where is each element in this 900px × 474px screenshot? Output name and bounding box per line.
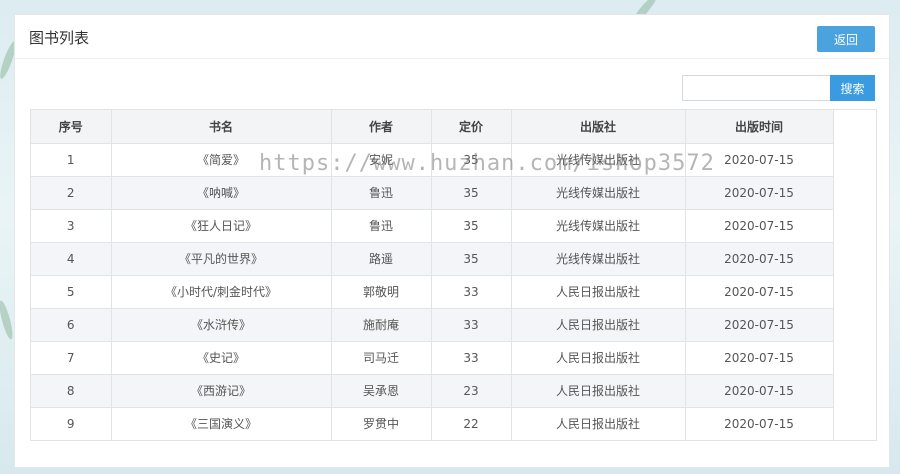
cell-title: 《水浒传》 — [111, 308, 332, 342]
cell-title: 《史记》 — [111, 341, 332, 375]
cell-title: 《西游记》 — [111, 374, 332, 408]
cell-index: 7 — [31, 341, 112, 375]
cell-title: 《小时代/刺金时代》 — [111, 275, 332, 309]
book-list-panel: 图书列表 返回 搜索 序号 书名 作者 定价 出版社 出版时间 1 《简爱》 安… — [14, 14, 890, 468]
cell-index: 3 — [31, 209, 112, 243]
cell-publish-date: 2020-07-15 — [685, 209, 834, 243]
background-leaf — [0, 299, 16, 341]
table-row[interactable]: 2 《呐喊》 鲁迅 35 光线传媒出版社 2020-07-15 — [31, 176, 834, 210]
cell-publish-date: 2020-07-15 — [685, 176, 834, 210]
column-header-publisher[interactable]: 出版社 — [511, 110, 686, 144]
cell-title: 《呐喊》 — [111, 176, 332, 210]
cell-author: 吴承恩 — [331, 374, 432, 408]
cell-index: 4 — [31, 242, 112, 276]
cell-publisher: 人民日报出版社 — [511, 341, 686, 375]
cell-title: 《三国演义》 — [111, 407, 332, 441]
cell-author: 罗贯中 — [331, 407, 432, 441]
cell-author: 路遥 — [331, 242, 432, 276]
cell-price: 35 — [431, 242, 512, 276]
cell-title: 《简爱》 — [111, 143, 332, 177]
cell-index: 6 — [31, 308, 112, 342]
cell-author: 郭敬明 — [331, 275, 432, 309]
cell-author: 安妮 — [331, 143, 432, 177]
cell-author: 鲁迅 — [331, 176, 432, 210]
cell-price: 22 — [431, 407, 512, 441]
cell-price: 35 — [431, 143, 512, 177]
cell-publish-date: 2020-07-15 — [685, 143, 834, 177]
cell-publisher: 人民日报出版社 — [511, 308, 686, 342]
cell-publish-date: 2020-07-15 — [685, 275, 834, 309]
cell-publisher: 光线传媒出版社 — [511, 176, 686, 210]
cell-publisher: 光线传媒出版社 — [511, 143, 686, 177]
cell-index: 8 — [31, 374, 112, 408]
cell-price: 33 — [431, 275, 512, 309]
search-bar: 搜索 — [682, 75, 875, 101]
cell-publish-date: 2020-07-15 — [685, 242, 834, 276]
column-header-author[interactable]: 作者 — [331, 110, 432, 144]
book-table: 序号 书名 作者 定价 出版社 出版时间 1 《简爱》 安妮 35 光线传媒出版社 202… — [31, 110, 834, 441]
table-row[interactable]: 8 《西游记》 吴承恩 23 人民日报出版社 2020-07-15 — [31, 374, 834, 408]
table-header-row: 序号 书名 作者 定价 出版社 出版时间 — [31, 110, 834, 144]
cell-price: 35 — [431, 176, 512, 210]
back-button[interactable]: 返回 — [817, 26, 875, 52]
panel-header: 图书列表 返回 — [15, 15, 889, 59]
page-title: 图书列表 — [29, 29, 90, 47]
column-header-title[interactable]: 书名 — [111, 110, 332, 144]
table-row[interactable]: 1 《简爱》 安妮 35 光线传媒出版社 2020-07-15 — [31, 143, 834, 177]
search-button[interactable]: 搜索 — [830, 75, 875, 101]
search-input[interactable] — [682, 75, 830, 101]
cell-title: 《狂人日记》 — [111, 209, 332, 243]
cell-price: 23 — [431, 374, 512, 408]
table-row[interactable]: 9 《三国演义》 罗贯中 22 人民日报出版社 2020-07-15 — [31, 407, 834, 441]
table-row[interactable]: 6 《水浒传》 施耐庵 33 人民日报出版社 2020-07-15 — [31, 308, 834, 342]
cell-publish-date: 2020-07-15 — [685, 374, 834, 408]
cell-publish-date: 2020-07-15 — [685, 341, 834, 375]
cell-publisher: 人民日报出版社 — [511, 374, 686, 408]
cell-author: 鲁迅 — [331, 209, 432, 243]
cell-index: 9 — [31, 407, 112, 441]
table-row[interactable]: 7 《史记》 司马迁 33 人民日报出版社 2020-07-15 — [31, 341, 834, 375]
cell-title: 《平凡的世界》 — [111, 242, 332, 276]
cell-price: 33 — [431, 341, 512, 375]
cell-publish-date: 2020-07-15 — [685, 407, 834, 441]
column-header-index[interactable]: 序号 — [31, 110, 112, 144]
cell-publisher: 人民日报出版社 — [511, 275, 686, 309]
cell-publisher: 人民日报出版社 — [511, 407, 686, 441]
table-row[interactable]: 3 《狂人日记》 鲁迅 35 光线传媒出版社 2020-07-15 — [31, 209, 834, 243]
book-table-container: 序号 书名 作者 定价 出版社 出版时间 1 《简爱》 安妮 35 光线传媒出版社 202… — [30, 109, 877, 441]
cell-index: 2 — [31, 176, 112, 210]
cell-publisher: 光线传媒出版社 — [511, 209, 686, 243]
table-row[interactable]: 4 《平凡的世界》 路遥 35 光线传媒出版社 2020-07-15 — [31, 242, 834, 276]
cell-index: 5 — [31, 275, 112, 309]
column-header-publish-date[interactable]: 出版时间 — [685, 110, 834, 144]
cell-price: 35 — [431, 209, 512, 243]
cell-price: 33 — [431, 308, 512, 342]
cell-author: 施耐庵 — [331, 308, 432, 342]
table-row[interactable]: 5 《小时代/刺金时代》 郭敬明 33 人民日报出版社 2020-07-15 — [31, 275, 834, 309]
column-header-price[interactable]: 定价 — [431, 110, 512, 144]
cell-index: 1 — [31, 143, 112, 177]
cell-publisher: 光线传媒出版社 — [511, 242, 686, 276]
cell-author: 司马迁 — [331, 341, 432, 375]
cell-publish-date: 2020-07-15 — [685, 308, 834, 342]
